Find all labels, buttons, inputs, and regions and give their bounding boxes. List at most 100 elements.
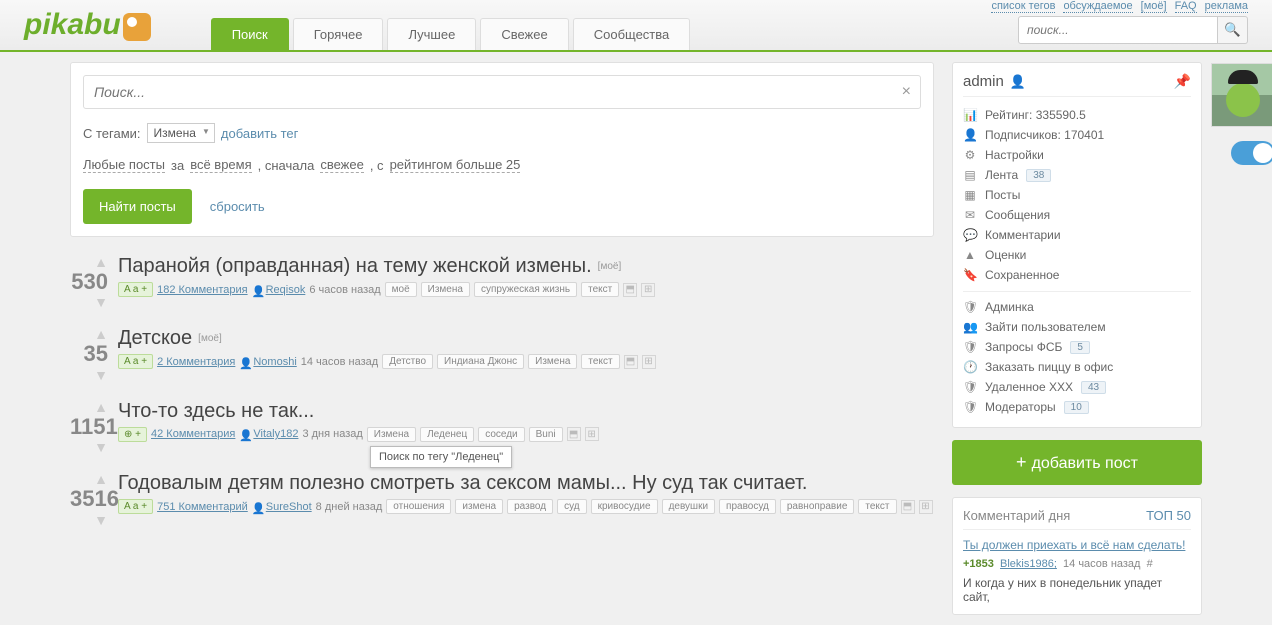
avatar[interactable] <box>1211 63 1272 127</box>
tag[interactable]: текст <box>858 499 896 514</box>
user-menu-item[interactable]: ✉Сообщения <box>963 205 1191 225</box>
search-input[interactable] <box>1018 16 1218 44</box>
top-link[interactable]: список тегов <box>991 0 1055 13</box>
more-icon[interactable]: ⊞ <box>919 500 933 514</box>
tag[interactable]: соседи <box>478 427 524 442</box>
nav-tab-Свежее[interactable]: Свежее <box>480 18 568 50</box>
logo[interactable]: pikabu <box>24 8 151 42</box>
find-posts-button[interactable]: Найти посты <box>83 189 192 224</box>
tag[interactable]: измена <box>455 499 503 514</box>
text-badge[interactable]: ⊕ + <box>118 427 147 442</box>
top-link[interactable]: FAQ <box>1175 0 1197 13</box>
tag[interactable]: Леденец <box>420 427 474 442</box>
comments-link[interactable]: 182 Комментария <box>157 284 248 296</box>
username[interactable]: admin <box>963 73 1004 90</box>
user-menu-item[interactable]: 📊Рейтинг: 335590.5 <box>963 105 1191 125</box>
tag[interactable]: девушки <box>662 499 715 514</box>
more-icon[interactable]: ⊞ <box>641 283 655 297</box>
author-link[interactable]: Nomoshi <box>253 356 296 368</box>
author-link[interactable]: Vitaly182 <box>253 428 298 440</box>
user-menu-item[interactable]: 👥Зайти пользователем <box>963 317 1191 337</box>
cd-hash[interactable]: # <box>1147 558 1153 570</box>
user-menu-item[interactable]: 🕐Заказать пиццу в офис <box>963 357 1191 377</box>
tag[interactable]: развод <box>507 499 553 514</box>
save-icon[interactable]: ⬒ <box>567 427 581 441</box>
upvote-icon[interactable]: ▲ <box>70 472 108 486</box>
user-menu-item[interactable]: 💬Комментарии <box>963 225 1191 245</box>
tag[interactable]: Buni <box>529 427 563 442</box>
tag[interactable]: супружеская жизнь <box>474 282 577 297</box>
text-badge[interactable]: A a + <box>118 354 153 369</box>
tag[interactable]: Детство <box>382 354 433 369</box>
nav-tab-Лучшее[interactable]: Лучшее <box>387 18 476 50</box>
tag[interactable]: Измена <box>367 427 416 442</box>
upvote-icon[interactable]: ▲ <box>70 255 108 269</box>
downvote-icon[interactable]: ▼ <box>70 368 108 382</box>
text-badge[interactable]: A a + <box>118 499 153 514</box>
downvote-icon[interactable]: ▼ <box>70 440 108 454</box>
cd-title[interactable]: Ты должен приехать и всё нам сделать! <box>963 538 1191 552</box>
clear-icon[interactable]: × <box>902 83 911 101</box>
nav-tab-Поиск[interactable]: Поиск <box>211 18 289 50</box>
tag-select[interactable]: Измена <box>147 123 215 143</box>
tag[interactable]: моё <box>385 282 417 297</box>
post-title[interactable]: Детское <box>118 327 192 350</box>
author-link[interactable]: Reqisok <box>266 284 306 296</box>
tag[interactable]: правосуд <box>719 499 776 514</box>
search-button[interactable]: 🔍 <box>1218 16 1248 44</box>
more-icon[interactable]: ⊞ <box>585 427 599 441</box>
user-menu-item[interactable]: ⚙Настройки <box>963 145 1191 165</box>
filter-search-input[interactable] <box>83 75 921 109</box>
user-menu-item[interactable]: 👤Подписчиков: 170401 <box>963 125 1191 145</box>
tag[interactable]: Измена <box>421 282 470 297</box>
pin-icon[interactable]: 📌 <box>1174 73 1191 90</box>
top-link[interactable]: обсуждаемое <box>1063 0 1132 13</box>
post-title[interactable]: Годовалым детям полезно смотреть за секс… <box>118 472 807 495</box>
user-menu-item[interactable]: ▦Посты <box>963 185 1191 205</box>
upvote-icon[interactable]: ▲ <box>70 400 108 414</box>
user-menu-item[interactable]: 🛡Модераторы10 <box>963 397 1191 417</box>
nav-tab-Сообщества[interactable]: Сообщества <box>573 18 691 50</box>
theme-toggle[interactable] <box>1231 141 1272 165</box>
user-menu-item[interactable]: 🛡Админка <box>963 291 1191 317</box>
post-title[interactable]: Паранойя (оправданная) на тему женской и… <box>118 255 592 278</box>
comments-link[interactable]: 2 Комментария <box>157 356 235 368</box>
user-menu-item[interactable]: ▤Лента38 <box>963 165 1191 185</box>
save-icon[interactable]: ⬒ <box>623 283 637 297</box>
tag[interactable]: равноправие <box>780 499 855 514</box>
nav-tab-Горячее[interactable]: Горячее <box>293 18 384 50</box>
text-badge[interactable]: A a + <box>118 282 153 297</box>
filter-time[interactable]: всё время <box>190 157 251 173</box>
tag[interactable]: Индиана Джонс <box>437 354 524 369</box>
comments-link[interactable]: 751 Комментарий <box>157 501 248 513</box>
user-menu-item[interactable]: ▲Оценки <box>963 245 1191 265</box>
filter-rating[interactable]: рейтингом больше 25 <box>390 157 521 173</box>
cd-author[interactable]: Blekis1986; <box>1000 558 1057 570</box>
reset-link[interactable]: сбросить <box>210 199 265 214</box>
tag[interactable]: текст <box>581 354 619 369</box>
top-link[interactable]: [моё] <box>1141 0 1167 13</box>
upvote-icon[interactable]: ▲ <box>70 327 108 341</box>
post-title[interactable]: Что-то здесь не так... <box>118 400 314 423</box>
downvote-icon[interactable]: ▼ <box>70 295 108 309</box>
tag[interactable]: кривосудие <box>591 499 658 514</box>
filter-any[interactable]: Любые посты <box>83 157 165 173</box>
comments-link[interactable]: 42 Комментария <box>151 428 235 440</box>
add-tag-link[interactable]: добавить тег <box>221 126 298 141</box>
cd-top-link[interactable]: ТОП 50 <box>1146 508 1191 523</box>
downvote-icon[interactable]: ▼ <box>70 513 108 527</box>
user-menu-item[interactable]: 🛡Запросы ФСБ5 <box>963 337 1191 357</box>
user-menu-item[interactable]: 🔖Сохраненное <box>963 265 1191 285</box>
tag[interactable]: Измена <box>528 354 577 369</box>
filter-fresh[interactable]: свежее <box>320 157 364 173</box>
user-menu-item[interactable]: 🛡Удаленное XXX43 <box>963 377 1191 397</box>
save-icon[interactable]: ⬒ <box>901 500 915 514</box>
tag[interactable]: отношения <box>386 499 451 514</box>
top-link[interactable]: реклама <box>1205 0 1248 13</box>
more-icon[interactable]: ⊞ <box>642 355 656 369</box>
author-link[interactable]: SureShot <box>266 501 312 513</box>
tag[interactable]: текст <box>581 282 619 297</box>
add-post-button[interactable]: добавить пост <box>952 440 1202 485</box>
tag[interactable]: суд <box>557 499 587 514</box>
save-icon[interactable]: ⬒ <box>624 355 638 369</box>
